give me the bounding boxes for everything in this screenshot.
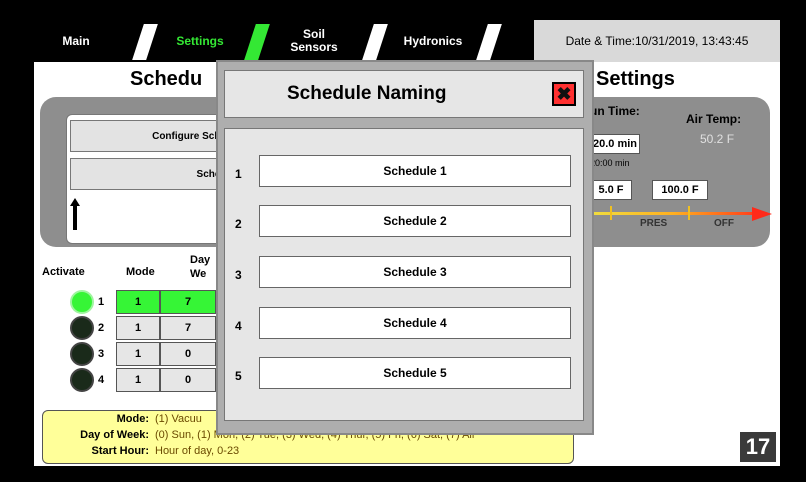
mode-cell[interactable]: 1 xyxy=(116,368,160,392)
page-title-left: Schedu xyxy=(130,68,203,90)
tab-hydronics[interactable]: Hydronics xyxy=(388,20,478,62)
schedule-name-input-4[interactable]: Schedule 4 xyxy=(259,307,571,339)
item-number: 3 xyxy=(235,268,242,282)
legend-mode-key: Mode: xyxy=(116,413,149,425)
legend-hour-key: Start Hour: xyxy=(91,445,149,457)
mode-cell[interactable]: 1 xyxy=(116,342,160,366)
temp-scale-line xyxy=(588,212,758,215)
arrow-up-icon xyxy=(70,198,80,230)
scale-arrow-icon xyxy=(752,207,772,221)
high-temp-field[interactable]: 100.0 F xyxy=(652,180,708,200)
day-cell[interactable]: 0 xyxy=(160,368,216,392)
run-time-field[interactable]: 20.0 min xyxy=(590,134,640,154)
day-cell[interactable]: 7 xyxy=(160,316,216,340)
mode-cell[interactable]: 1 xyxy=(116,290,160,314)
low-temp-field[interactable]: 5.0 F xyxy=(590,180,632,200)
scale-tick xyxy=(688,206,690,220)
pres-label: PRES xyxy=(640,218,668,229)
tab-divider xyxy=(132,24,158,60)
schedule-name-input-5[interactable]: Schedule 5 xyxy=(259,357,571,389)
tab-main[interactable]: Main xyxy=(34,20,118,62)
scale-tick xyxy=(610,206,612,220)
legend-hour-value: Hour of day, 0-23 xyxy=(155,445,240,457)
row-number: 3 xyxy=(98,348,105,360)
activate-toggle-3[interactable] xyxy=(70,342,94,366)
day-cell[interactable]: 7 xyxy=(160,290,216,314)
page-number: 17 xyxy=(740,432,776,462)
header-activate: Activate xyxy=(42,266,85,278)
schedule-naming-dialog: Schedule Naming ✖ 1 Schedule 1 2 Schedul… xyxy=(216,60,594,435)
header-week: We xyxy=(190,268,207,280)
tab-settings[interactable]: Settings xyxy=(158,20,242,62)
schedule-name-input-1[interactable]: Schedule 1 xyxy=(259,155,571,187)
dialog-title: Schedule Naming xyxy=(224,70,584,118)
item-number: 4 xyxy=(235,319,242,333)
row-number: 4 xyxy=(98,374,105,386)
air-temp-label: Air Temp: xyxy=(686,112,742,126)
item-number: 1 xyxy=(235,167,242,181)
run-time-label: un Time: xyxy=(590,104,640,118)
schedule-name-input-3[interactable]: Schedule 3 xyxy=(259,256,571,288)
air-temp-value: 50.2 F xyxy=(700,132,735,146)
tab-divider-active xyxy=(244,24,270,60)
item-number: 2 xyxy=(235,217,242,231)
page-title-right: Settings xyxy=(596,68,675,90)
header-day: Day xyxy=(190,254,211,266)
datetime-display: Date & Time:10/31/2019, 13:43:45 xyxy=(534,20,780,62)
schedule-name-input-2[interactable]: Schedule 2 xyxy=(259,205,571,237)
top-tab-bar: Main Settings Soil Sensors Hydronics Dat… xyxy=(34,20,780,62)
tab-soil-sensors[interactable]: Soil Sensors xyxy=(278,20,350,62)
day-cell[interactable]: 0 xyxy=(160,342,216,366)
legend-dow-key: Day of Week: xyxy=(80,429,149,441)
tab-divider xyxy=(476,24,502,60)
activate-toggle-2[interactable] xyxy=(70,316,94,340)
off-label: OFF xyxy=(714,218,734,229)
tab-divider xyxy=(362,24,388,60)
run-time-sub: 20:00 min xyxy=(590,158,630,168)
row-number: 2 xyxy=(98,322,105,334)
header-mode: Mode xyxy=(126,266,155,278)
activate-toggle-4[interactable] xyxy=(70,368,94,392)
activate-toggle-1[interactable] xyxy=(70,290,94,314)
close-x-icon[interactable]: ✖ xyxy=(552,82,576,106)
dialog-body: 1 Schedule 1 2 Schedule 2 3 Schedule 3 4… xyxy=(224,128,584,421)
item-number: 5 xyxy=(235,369,242,383)
legend-mode-value: (1) Vacuu xyxy=(155,413,202,425)
mode-cell[interactable]: 1 xyxy=(116,316,160,340)
row-number: 1 xyxy=(98,296,105,308)
